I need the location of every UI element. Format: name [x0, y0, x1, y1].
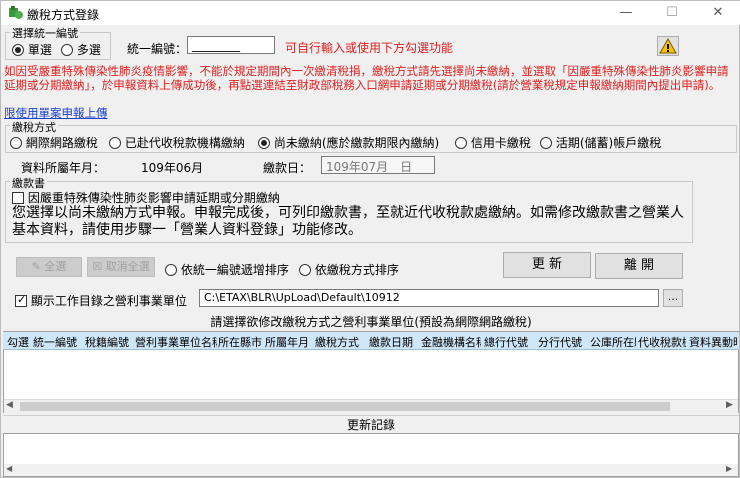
log-scroll-left-icon[interactable]: ◀ [6, 464, 12, 473]
select-all-button[interactable]: ✎ 全選 [16, 257, 82, 277]
grid-col-period[interactable]: 所屬年月 [265, 334, 313, 350]
covid-extension-checkbox[interactable]: 因嚴重特殊傳染性肺炎影響申請延期或分期繳納 [12, 189, 280, 206]
grid-header: 勾選 統一編號 稅籍編號 營利事業單位名稱 所在縣市 所屬年月 繳稅方式 繳款日… [3, 332, 739, 350]
unified-number-label: 統一編號： [127, 42, 188, 56]
grid-hscrollbar[interactable]: ◀ ▶ [4, 399, 738, 413]
grid-col-data-change-time[interactable]: 資料異動時 [689, 334, 737, 350]
app-icon [9, 6, 23, 19]
payment-slip-group: 繳款書 因嚴重特殊傳染性肺炎影響申請延期或分期繳納 您選擇以尚未繳納方式申報。申… [5, 175, 693, 243]
sort-by-method-radio[interactable]: 依繳稅方式排序 [299, 261, 399, 278]
browse-button[interactable]: ... [663, 289, 683, 307]
payment-option-unpaid-dot[interactable] [258, 137, 270, 149]
grid-col-payment-date[interactable]: 繳款日期 [369, 334, 417, 350]
payment-option-unpaid-label: 尚未繳納(應於繳款期限內繳納) [273, 136, 440, 150]
select-all-label: 全選 [44, 260, 67, 273]
grid-col-unified-number[interactable]: 統一編號 [33, 334, 81, 350]
multiple-radio-label: 多選 [76, 43, 101, 57]
payment-option-credit-dot[interactable] [455, 137, 467, 149]
deselect-all-button[interactable]: ☒ 取消全選 [87, 257, 155, 277]
period-label: 資料所屬年月： [21, 161, 106, 175]
deselect-all-label: 取消全選 [105, 260, 150, 273]
update-log-hscrollbar[interactable]: ◀ ▶ [4, 464, 738, 476]
payment-slip-message: 您選擇以尚未繳納方式申報。申報完成後，可列印繳款書，至就近代收稅款處繳納。如需修… [12, 205, 684, 238]
multiple-radio[interactable]: 多選 [61, 41, 101, 58]
update-log-area[interactable]: ◀ ▶ [3, 433, 739, 477]
payment-method-label: 繳稅方式 [10, 119, 58, 135]
title-bar: 繳稅方式登錄 — ☐ ✕ [1, 1, 740, 25]
sort-by-id-label: 依統一編號遞增排序 [180, 263, 289, 277]
maximize-button[interactable]: ☐ [649, 1, 695, 25]
grid-col-bank-name[interactable]: 金融機構名稱 [421, 334, 481, 350]
sort-by-id-dot[interactable] [165, 264, 177, 276]
minimize-button[interactable]: — [603, 1, 649, 25]
sort-by-id-radio[interactable]: 依統一編號遞增排序 [165, 261, 289, 278]
deselect-all-icon: ☒ [92, 260, 103, 273]
payment-method-group: 繳稅方式 網際網路繳稅 已赴代收稅款機構繳納 尚未繳納(應於繳款期限內繳納) 信… [5, 119, 737, 153]
window-title: 繳稅方式登錄 [27, 8, 100, 22]
grid-hscroll-thumb[interactable] [20, 402, 670, 411]
alert-button[interactable] [657, 36, 679, 56]
warning-icon [659, 37, 677, 54]
grid-col-tax-id[interactable]: 稅籍編號 [85, 334, 133, 350]
due-date-input[interactable]: 109年07月 日 [321, 156, 435, 174]
payment-option-credit[interactable]: 信用卡繳稅 [455, 134, 531, 151]
scroll-left-arrow-icon[interactable]: ◀ [6, 400, 13, 410]
grid-col-collection-agency[interactable]: 代收稅款機 [638, 334, 686, 350]
payment-option-internet[interactable]: 網際網路繳稅 [10, 134, 98, 151]
work-dir-checkbox-box[interactable] [15, 293, 27, 307]
due-date-label: 繳款日： [263, 161, 312, 175]
payment-option-internet-label: 網際網路繳稅 [25, 136, 98, 150]
update-log-header: 更新記錄 [3, 415, 739, 433]
main-window: 繳稅方式登錄 — ☐ ✕ 選擇統一編號 單選 多選 統一編號： ________… [0, 0, 740, 478]
select-all-icon: ✎ [31, 260, 41, 273]
grid-col-head-office-code[interactable]: 總行代號 [484, 334, 536, 350]
unified-number-input[interactable]: ________ [187, 36, 275, 54]
period-value: 109年06月 [141, 161, 204, 175]
covid-extension-checkbox-box[interactable] [12, 192, 24, 204]
grid-col-treasury-county[interactable]: 公庫所在縣 [590, 334, 636, 350]
covid-extension-checkbox-label: 因嚴重特殊傳染性肺炎影響申請延期或分期繳納 [27, 191, 280, 205]
leave-button[interactable]: 離 開 [595, 253, 683, 279]
covid-notice: 如因受嚴重特殊傳染性肺炎疫情影響，不能於規定期間內一次繳清稅捐，繳稅方式請先選擇… [4, 64, 729, 92]
payment-option-account-label: 活期(儲蓄)帳戶繳稅 [555, 136, 662, 150]
update-button[interactable]: 更 新 [503, 252, 591, 278]
scroll-right-arrow-icon[interactable]: ▶ [726, 400, 733, 410]
log-scroll-right-icon[interactable]: ▶ [726, 464, 732, 473]
work-dir-checkbox-label: 顯示工作目錄之營利事業單位 [30, 294, 187, 308]
unified-number-hint: 可自行輸入或使用下方勾選功能 [285, 41, 454, 55]
payment-option-paid-dot[interactable] [109, 137, 121, 149]
single-radio-dot[interactable] [12, 44, 24, 56]
payment-option-account-dot[interactable] [540, 137, 552, 149]
multiple-radio-dot[interactable] [61, 44, 73, 56]
selection-group-label: 選擇統一編號 [10, 25, 80, 41]
payment-option-paid[interactable]: 已赴代收稅款機構繳納 [109, 134, 245, 151]
grid-col-check[interactable]: 勾選 [7, 334, 31, 350]
payment-option-account[interactable]: 活期(儲蓄)帳戶繳稅 [540, 134, 661, 151]
payment-option-internet-dot[interactable] [10, 137, 22, 149]
grid-col-business-name[interactable]: 營利事業單位名稱 [135, 334, 217, 350]
grid-col-branch-code[interactable]: 分行代號 [538, 334, 588, 350]
payment-option-credit-label: 信用卡繳稅 [470, 136, 531, 150]
payment-option-paid-label: 已赴代收稅款機構繳納 [124, 136, 245, 150]
grid-col-payment-method[interactable]: 繳稅方式 [315, 334, 367, 350]
selection-group: 選擇統一編號 單選 多選 [5, 25, 111, 60]
work-dir-path[interactable]: C:\ETAX\BLR\UpLoad\Default\10912 [199, 289, 659, 307]
sort-by-method-dot[interactable] [299, 264, 311, 276]
grid-caption: 請選擇欲修改繳稅方式之營利事業單位(預設為網際網路繳稅) [210, 315, 532, 329]
close-button[interactable]: ✕ [695, 1, 740, 25]
single-radio[interactable]: 單選 [12, 41, 52, 58]
work-dir-checkbox[interactable]: 顯示工作目錄之營利事業單位 [15, 292, 187, 309]
single-radio-label: 單選 [27, 43, 52, 57]
payment-option-unpaid[interactable]: 尚未繳納(應於繳款期限內繳納) [258, 134, 439, 151]
sort-by-method-label: 依繳稅方式排序 [314, 263, 399, 277]
grid-col-county[interactable]: 所在縣市 [218, 334, 262, 350]
